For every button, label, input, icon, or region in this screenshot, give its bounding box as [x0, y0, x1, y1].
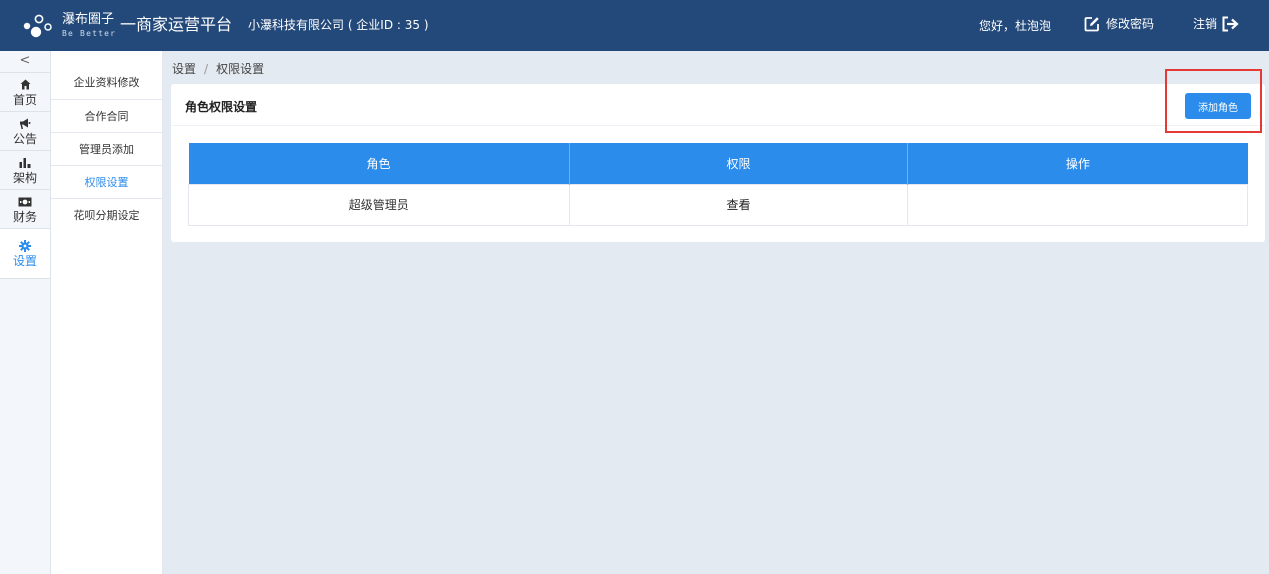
breadcrumb-parent[interactable]: 设置: [172, 62, 196, 76]
submenu-item-company-profile[interactable]: 企业资料修改: [51, 51, 162, 100]
role-table: 角色 权限 操作 超级管理员 查看: [188, 143, 1248, 226]
logo-icon: [23, 14, 52, 38]
company-info: 小瀑科技有限公司 ( 企业ID : 35 ): [248, 18, 429, 32]
logout-label: 注销: [1193, 17, 1218, 31]
rail-label: 设置: [12, 254, 37, 268]
breadcrumb: 设置 / 权限设置: [172, 60, 264, 77]
megaphone-icon: [20, 118, 31, 129]
home-icon: [20, 79, 30, 90]
user-greeting: 您好，杜泡泡: [979, 19, 1052, 33]
rail-item-finance[interactable]: 财务: [0, 190, 50, 229]
settings-submenu: 企业资料修改 合作合同 管理员添加 权限设置 花呗分期设定: [51, 51, 163, 574]
table-header-row: 角色 权限 操作: [188, 143, 1248, 184]
table-row: 超级管理员 查看: [188, 183, 1248, 226]
logout-icon: [1222, 16, 1239, 31]
rail-label: 首页: [12, 93, 37, 107]
rail-item-structure[interactable]: 架构: [0, 151, 50, 190]
brand-logo: 瀑布圈子 Be Better: [62, 12, 115, 39]
rail-label: 公告: [12, 132, 37, 146]
gear-icon: [19, 239, 31, 252]
rail-label: 架构: [12, 171, 37, 185]
submenu-item-add-admin[interactable]: 管理员添加: [51, 133, 162, 166]
icon-rail: < 首页 公告 架构 财务 设置: [0, 51, 51, 574]
card-title: 角色权限设置: [185, 100, 258, 114]
bar-chart-icon: [19, 158, 31, 168]
submenu-item-contract[interactable]: 合作合同: [51, 100, 162, 133]
logout-link[interactable]: 注销: [1193, 15, 1239, 32]
breadcrumb-current: 权限设置: [216, 62, 265, 76]
change-password-link[interactable]: 修改密码: [1084, 15, 1154, 32]
view-permission-link[interactable]: 查看: [568, 183, 909, 226]
rail-item-home[interactable]: 首页: [0, 73, 50, 112]
role-cell: 超级管理员: [188, 183, 570, 226]
top-header: 瀑布圈子 Be Better 一商家运营平台 小瀑科技有限公司 ( 企业ID :…: [0, 0, 1269, 51]
edit-icon: [1084, 16, 1099, 31]
column-header-role: 角色: [188, 143, 570, 184]
card-divider: [171, 125, 1265, 126]
change-password-label: 修改密码: [1106, 17, 1155, 31]
column-header-permission: 权限: [569, 143, 909, 184]
add-role-button[interactable]: 添加角色: [1185, 93, 1251, 119]
platform-title: 一商家运营平台: [120, 15, 233, 34]
brand-name: 瀑布圈子: [62, 12, 115, 27]
brand-tagline: Be Better: [62, 29, 117, 38]
money-icon: [18, 197, 32, 206]
rail-label: 财务: [12, 210, 37, 224]
rail-item-announcement[interactable]: 公告: [0, 112, 50, 151]
rail-item-settings[interactable]: 设置: [0, 229, 50, 279]
submenu-item-permissions[interactable]: 权限设置: [51, 166, 162, 199]
breadcrumb-separator: /: [204, 62, 209, 76]
column-header-action: 操作: [907, 143, 1248, 184]
role-permission-card: 角色权限设置 添加角色 角色 权限 操作 超级管理员 查看: [171, 84, 1265, 242]
collapse-toggle[interactable]: <: [0, 51, 50, 73]
submenu-item-installment[interactable]: 花呗分期设定: [51, 199, 162, 232]
action-cell: [907, 183, 1248, 226]
